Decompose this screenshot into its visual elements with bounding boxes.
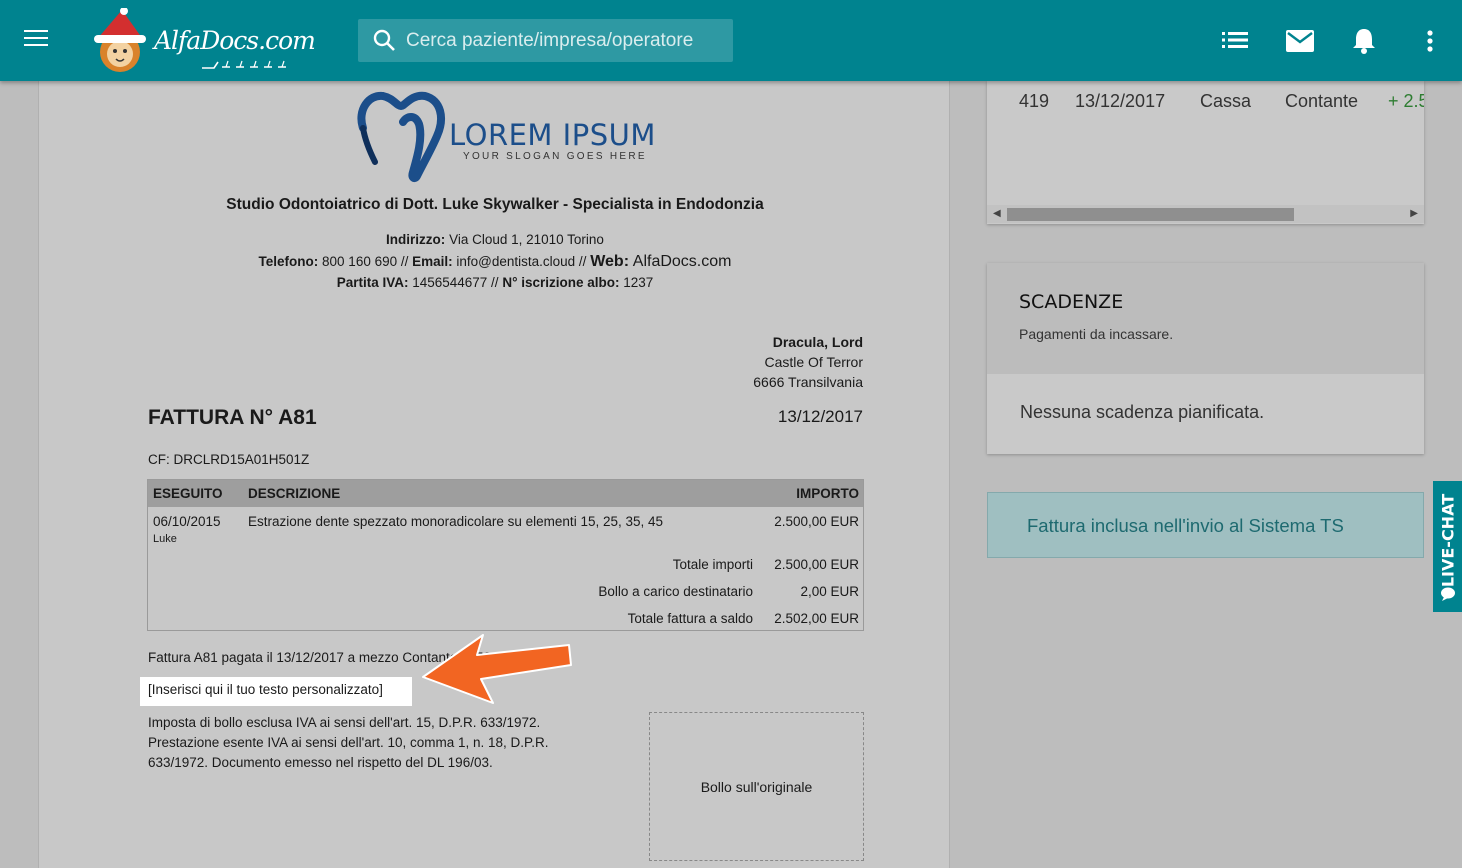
row-description: Estrazione dente spezzato monoradicolare… xyxy=(248,514,664,529)
custom-text-field[interactable]: [Inserisci qui il tuo testo personalizza… xyxy=(140,677,412,706)
scadenze-title: SCADENZE xyxy=(1019,291,1124,313)
address-value: Via Cloud 1, 21010 Torino xyxy=(449,232,604,247)
payment-account: Cassa xyxy=(1200,91,1252,111)
vat-line: Partita IVA: 1456544677 // N° iscrizione… xyxy=(39,275,951,290)
total-label: Bollo a carico destinatario xyxy=(598,584,753,599)
recipient-address-1: Castle Of Terror xyxy=(764,354,863,370)
orange-arrow-icon xyxy=(422,634,572,704)
horizontal-scrollbar[interactable]: ◀ ▶ xyxy=(987,205,1424,223)
stamp-box-label: Bollo sull'originale xyxy=(700,778,813,795)
more-vert-icon[interactable] xyxy=(1426,30,1434,52)
invoice-title: FATTURA N° A81 xyxy=(148,406,317,429)
stamp-box: Bollo sull'originale xyxy=(649,712,864,861)
invoice-date: 13/12/2017 xyxy=(777,407,863,426)
search-input[interactable] xyxy=(406,19,726,62)
total-value: 2.502,00 EUR xyxy=(774,611,859,626)
albo-label: N° iscrizione albo: xyxy=(502,275,620,290)
legal-notes: Imposta di bollo esclusa IVA ai sensi de… xyxy=(148,713,588,773)
company-logo-name: LOREM IPSUM xyxy=(449,118,656,152)
top-app-bar: AlfaDocs.com xyxy=(0,0,1462,81)
legal-note-vat: Prestazione esente IVA ai sensi dell'art… xyxy=(148,735,549,770)
row-date: 06/10/2015 xyxy=(153,514,221,529)
scadenze-empty-message: Nessuna scadenza pianificata. xyxy=(1020,402,1265,422)
web-label: Web: xyxy=(590,253,630,270)
total-value: 2.500,00 EUR xyxy=(774,557,859,572)
company-logo: LOREM IPSUM YOUR SLOGAN GOES HERE xyxy=(353,88,673,183)
fiscal-code: CF: DRCLRD15A01H501Z xyxy=(148,452,310,467)
recipient-address-2: 6666 Transilvania xyxy=(753,374,863,390)
sleigh-reindeer-icon xyxy=(202,60,286,69)
phone-label: Telefono: xyxy=(258,254,319,269)
web-value: AlfaDocs.com xyxy=(632,253,732,270)
company-logo-slogan: YOUR SLOGAN GOES HERE xyxy=(463,151,647,162)
legal-note-stamp: Imposta di bollo esclusa IVA ai sensi de… xyxy=(148,715,541,730)
address-label: Indirizzo: xyxy=(386,232,446,247)
address-line: Indirizzo: Via Cloud 1, 21010 Torino xyxy=(39,232,951,247)
app-logo[interactable]: AlfaDocs.com xyxy=(88,8,316,76)
total-label: Totale importi xyxy=(672,557,753,572)
live-chat-button[interactable]: LIVE-CHAT xyxy=(1433,481,1462,612)
email-label: Email: xyxy=(412,254,453,269)
vat-value: 1456544677 // xyxy=(412,275,499,290)
ts-notice-text: Fattura inclusa nell'invio al Sistema TS xyxy=(1027,515,1344,536)
live-chat-label: LIVE-CHAT xyxy=(1438,493,1458,588)
santa-lion-mascot-icon xyxy=(94,8,146,72)
row-amount: 2.500,00 EUR xyxy=(774,514,859,529)
vat-label: Partita IVA: xyxy=(336,275,409,290)
search-icon[interactable] xyxy=(372,28,396,52)
scadenze-header: SCADENZE Pagamenti da incassare. xyxy=(987,263,1424,374)
ts-notice: Fattura inclusa nell'invio al Sistema TS xyxy=(987,492,1424,558)
mail-icon[interactable] xyxy=(1286,30,1314,52)
notifications-icon[interactable] xyxy=(1352,27,1376,54)
scrollbar-thumb[interactable] xyxy=(1007,208,1294,221)
scroll-left-icon[interactable]: ◀ xyxy=(993,208,1001,219)
scadenze-subtitle: Pagamenti da incassare. xyxy=(1019,326,1174,342)
row-operator: Luke xyxy=(153,533,177,545)
contacts-line: Telefono: 800 160 690 // Email: info@den… xyxy=(39,253,951,271)
payment-amount: + 2.5 xyxy=(1388,91,1424,111)
payments-card: 419 13/12/2017 Cassa Contante + 2.5 ◀ ▶ xyxy=(987,81,1424,224)
list-icon[interactable] xyxy=(1222,31,1248,49)
payment-id: 419 xyxy=(1019,91,1050,111)
menu-icon[interactable] xyxy=(24,30,48,48)
brand-name: AlfaDocs.com xyxy=(154,26,316,55)
invoice-document: LOREM IPSUM YOUR SLOGAN GOES HERE Studio… xyxy=(39,81,951,868)
phone-value: 800 160 690 // xyxy=(322,254,409,269)
recipient-name: Dracula, Lord xyxy=(772,334,863,350)
payment-method: Contante xyxy=(1285,91,1359,111)
total-value: 2,00 EUR xyxy=(800,584,859,599)
invoice-preview: LOREM IPSUM YOUR SLOGAN GOES HERE Studio… xyxy=(38,81,950,868)
albo-value: 1237 xyxy=(623,275,654,290)
payment-date: 13/12/2017 xyxy=(1075,91,1166,111)
table-header: ESEGUITO DESCRIZIONE IMPORTO xyxy=(148,480,863,507)
col-header-done: ESEGUITO xyxy=(153,486,223,501)
studio-name: Studio Odontoiatrico di Dott. Luke Skywa… xyxy=(226,196,764,213)
email-value: info@dentista.cloud // xyxy=(456,254,587,269)
recipient-block: Dracula, Lord Castle Of Terror 6666 Tran… xyxy=(753,332,863,392)
scadenze-card: SCADENZE Pagamenti da incassare. Nessuna… xyxy=(987,263,1424,454)
scroll-right-icon[interactable]: ▶ xyxy=(1410,208,1418,219)
total-label: Totale fattura a saldo xyxy=(627,611,753,626)
tooth-logo-icon xyxy=(357,91,445,183)
col-header-description: DESCRIZIONE xyxy=(248,486,341,501)
invoice-table: ESEGUITO DESCRIZIONE IMPORTO 06/10/2015 … xyxy=(147,479,864,631)
search-bar xyxy=(358,19,733,62)
col-header-amount: IMPORTO xyxy=(796,486,859,501)
